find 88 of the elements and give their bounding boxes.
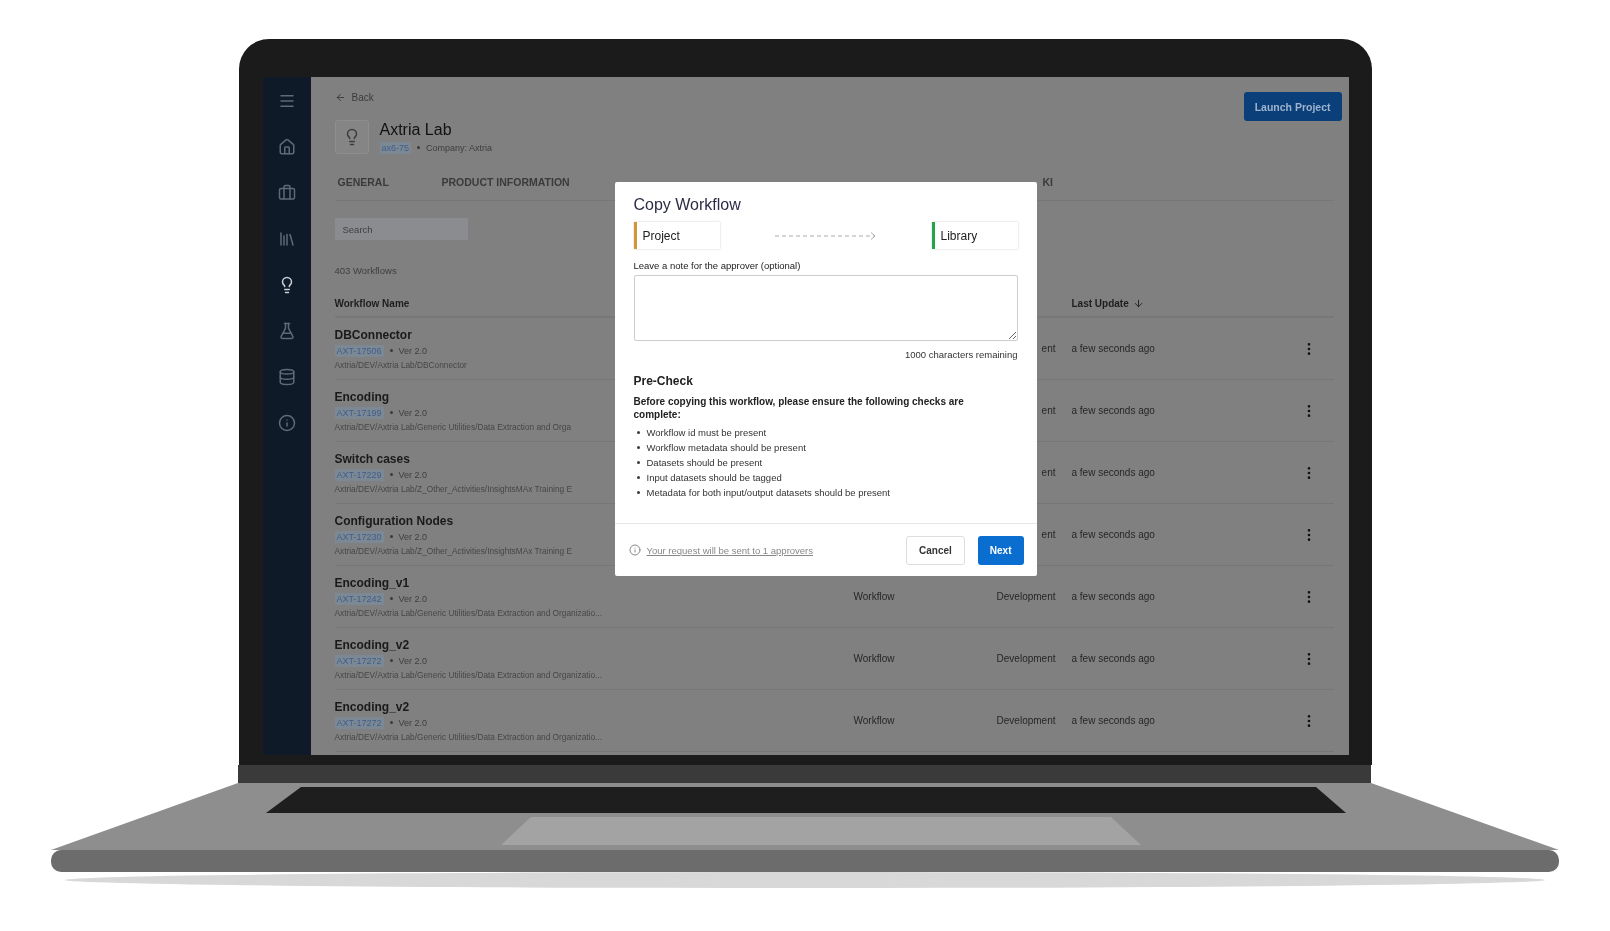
status-cell-text: ent	[1040, 405, 1056, 416]
check-item: Input datasets should be tagged	[646, 472, 782, 483]
target-step: Library	[931, 222, 1018, 249]
approvers-link[interactable]: Your request will be sent to 1 approvers	[646, 544, 900, 556]
menu-icon[interactable]	[277, 92, 296, 110]
info-icon	[628, 544, 641, 556]
workflow-id: AXT-17272	[334, 716, 384, 729]
status-cell-text: Development	[995, 715, 1056, 726]
books-icon[interactable]	[277, 230, 296, 248]
bullet-icon	[636, 446, 640, 449]
workflow-name: Configuration Nodes	[334, 513, 454, 528]
workflow-name: Encoding_v2	[334, 699, 410, 714]
note-label: Leave a note for the approver (optional)	[633, 260, 802, 271]
updated-cell-text: a few seconds ago	[1070, 591, 1156, 602]
updated-cell-text: a few seconds ago	[1070, 653, 1156, 664]
database-icon[interactable]	[277, 368, 296, 386]
home-icon[interactable]	[277, 138, 296, 156]
version-label: Ver 2.0	[398, 469, 428, 480]
updated-cell-text: a few seconds ago	[1070, 405, 1156, 416]
separator-dot-icon	[389, 473, 393, 476]
lightbulb-icon	[334, 120, 369, 154]
separator-dot-icon	[389, 535, 393, 538]
flask-icon[interactable]	[277, 322, 296, 340]
workflow-name: Switch cases	[334, 451, 410, 466]
workflow-id: AXT-17230	[334, 530, 384, 543]
workflow-id: AXT-17229	[334, 468, 384, 481]
dashed-arrow-icon	[773, 230, 878, 241]
status-cell-text: ent	[1040, 467, 1056, 478]
tab[interactable]: GENERAL	[334, 176, 439, 188]
separator-dot-icon	[389, 597, 393, 600]
launch-project-button[interactable]: Launch Project	[1243, 92, 1342, 121]
project-id: ax6-75	[379, 141, 412, 154]
note-field[interactable]	[633, 275, 1018, 341]
version-label: Ver 2.0	[398, 345, 428, 356]
info-icon[interactable]	[277, 414, 296, 432]
dialog-title: Copy Workflow	[633, 196, 742, 214]
workflow-id: AXT-17272	[334, 654, 384, 667]
updated-cell-text: a few seconds ago	[1070, 467, 1156, 478]
back-arrow-icon	[334, 92, 346, 103]
bullet-icon	[636, 461, 640, 464]
tab[interactable]: KI	[1039, 176, 1334, 188]
status-cell-text: Development	[995, 653, 1056, 664]
workflow-id: AXT-17506	[334, 344, 384, 357]
type-cell-text: Workflow	[853, 591, 896, 602]
updated-cell-text: a few seconds ago	[1070, 529, 1156, 540]
check-item: Workflow metadata should be present	[646, 442, 806, 453]
company-label: Company: Axtria	[426, 142, 493, 153]
bullet-icon	[636, 476, 640, 479]
precheck-intro: Before copying this workflow, please ensure the following checks are complete:	[633, 395, 965, 421]
type-cell-text: Workflow	[853, 715, 896, 726]
workflow-name: Encoding	[334, 389, 390, 404]
separator-dot-icon	[389, 349, 393, 352]
separator-dot-icon	[417, 146, 421, 149]
separator-dot-icon	[389, 411, 393, 414]
check-item: Metadata for both input/output datasets should be present	[646, 487, 890, 498]
separator-dot-icon	[389, 721, 393, 724]
sort-arrow-icon	[1132, 297, 1144, 309]
next-button[interactable]: Next	[977, 535, 1024, 565]
workflow-name: Encoding_v1	[334, 575, 410, 590]
type-cell-text: Workflow	[853, 653, 896, 664]
briefcase-icon[interactable]	[277, 184, 296, 202]
precheck-title: Pre-Check	[633, 374, 694, 388]
version-label: Ver 2.0	[398, 531, 428, 542]
workflow-id: AXT-17242	[334, 592, 384, 605]
status-cell-text: ent	[1040, 529, 1056, 540]
back-link[interactable]: Back	[334, 92, 374, 103]
bullet-icon	[636, 431, 640, 434]
workflow-name: Encoding_v2	[334, 637, 410, 652]
cancel-button[interactable]: Cancel	[906, 535, 965, 565]
column-header[interactable]: Last Update	[1055, 297, 1301, 309]
version-label: Ver 2.0	[398, 717, 428, 728]
bullet-icon	[636, 491, 640, 494]
status-cell-text: Development	[995, 591, 1056, 602]
workflow-id: AXT-17199	[334, 406, 384, 419]
check-item: Datasets should be present	[646, 457, 763, 468]
source-step: Project	[633, 222, 720, 249]
updated-cell-text: a few seconds ago	[1070, 343, 1156, 354]
project-title: Axtria Lab	[379, 120, 453, 139]
search-field[interactable]: Search	[334, 218, 468, 240]
version-label: Ver 2.0	[398, 593, 428, 604]
version-label: Ver 2.0	[398, 407, 428, 418]
status-cell-text: ent	[1040, 343, 1056, 354]
characters-remaining: 1000 characters remaining	[905, 349, 1018, 360]
check-item: Workflow id must be present	[646, 427, 767, 438]
version-label: Ver 2.0	[398, 655, 428, 666]
updated-cell-text: a few seconds ago	[1070, 715, 1156, 726]
workflow-name: DBConnector	[334, 327, 412, 342]
separator-dot-icon	[389, 659, 393, 662]
